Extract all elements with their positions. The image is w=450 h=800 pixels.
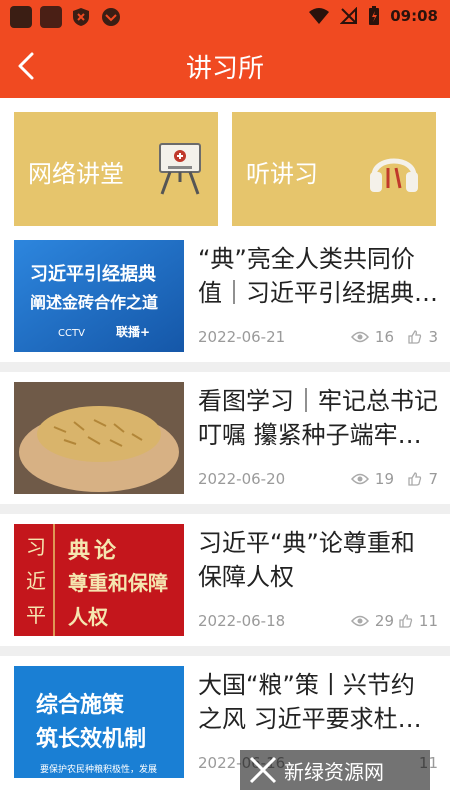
list-item[interactable]: 看图学习｜牢记总书记叮嘱 攥紧种子端牢饭碗 2022-06-20 19 7 xyxy=(0,374,450,510)
tile-label: 网络讲堂 xyxy=(28,160,124,188)
eye-icon xyxy=(350,331,369,343)
article-title: 大国“粮”策丨兴节约之风 习近平要求杜绝浪费 xyxy=(198,671,422,733)
like-count: 7 xyxy=(408,470,438,488)
thumb-text: 典 xyxy=(68,539,90,564)
thumb-text: 习 xyxy=(26,535,46,559)
eye-icon xyxy=(350,615,369,627)
thumb-text: 筑长效机制 xyxy=(36,726,146,752)
article-meta: 2022-06-18 29 11 xyxy=(198,612,438,632)
thumb-text: 阐述金砖合作之道 xyxy=(30,293,158,312)
article-meta: 2022-06-21 16 3 xyxy=(198,328,438,348)
category-tiles: 网络讲堂 听讲习 xyxy=(14,112,436,226)
article-date: 2022-06-21 xyxy=(198,328,286,346)
view-count: 19 xyxy=(350,470,394,488)
watermark-logo-icon xyxy=(249,756,277,784)
article-date: 2022-06-18 xyxy=(198,612,286,630)
thumb-text: 近 xyxy=(26,569,46,593)
thumb-text: 平 xyxy=(26,603,46,627)
tile-listen-lecture[interactable]: 听讲习 xyxy=(232,112,436,226)
app-bar: 讲习所 xyxy=(0,34,450,98)
thumb-text: 综合施策 xyxy=(36,692,125,718)
article-date: 2022-06-20 xyxy=(198,470,286,488)
thumbs-up-icon xyxy=(408,472,422,486)
system-status: 09:08 xyxy=(308,6,438,26)
no-signal-icon xyxy=(340,7,358,24)
article-thumbnail: 综合施策 筑长效机制 要保护农民种粮积极性，发展 xyxy=(14,666,184,778)
like-count: 11 xyxy=(399,612,438,630)
presentation-board-icon xyxy=(159,143,201,195)
thumb-text: 人权 xyxy=(68,605,109,629)
watermark-text: 新绿资源网 xyxy=(284,759,384,784)
page-title: 讲习所 xyxy=(185,54,264,84)
thumb-text: 尊重和保障 xyxy=(68,571,168,595)
shield-icon xyxy=(70,6,92,28)
list-item[interactable]: 习 近 平 典 论 尊重和保障 人权 习近平“典”论尊重和保障人权 2022-0… xyxy=(0,516,450,652)
view-count: 16 xyxy=(350,328,394,346)
tile-online-lecture[interactable]: 网络讲堂 xyxy=(14,112,218,226)
article-thumbnail: 习近平引经据典 阐述金砖合作之道 CCTV 联播+ xyxy=(14,240,184,352)
notification-icons xyxy=(10,6,122,28)
article-title: 看图学习｜牢记总书记叮嘱 攥紧种子端牢饭碗 xyxy=(198,387,438,449)
article-title: 习近平“典”论尊重和保障人权 xyxy=(198,529,415,591)
thumbs-up-icon xyxy=(408,330,422,344)
thumb-text: 论 xyxy=(94,538,117,564)
app-notification-icon xyxy=(10,6,32,28)
headphones-icon xyxy=(370,158,418,192)
divider xyxy=(0,362,450,372)
tile-label: 听讲习 xyxy=(246,160,318,188)
app-notification-icon xyxy=(40,6,62,28)
list-item[interactable]: 习近平引经据典 阐述金砖合作之道 CCTV 联播+ “典”亮全人类共同价值｜习近… xyxy=(0,232,450,368)
clock: 09:08 xyxy=(390,7,438,25)
wifi-icon xyxy=(309,8,330,24)
article-thumbnail xyxy=(14,382,184,494)
view-count: 29 xyxy=(350,612,394,630)
article-meta: 2022-06-20 19 7 xyxy=(198,470,438,490)
status-bar: 09:08 xyxy=(0,0,450,34)
divider xyxy=(0,504,450,514)
battery-charging-icon xyxy=(369,6,380,25)
thumb-text: 联播+ xyxy=(116,324,150,339)
article-title: “典”亮全人类共同价值｜习近平引经据典阐述金砖合作之道 xyxy=(198,245,438,307)
thumb-text: CCTV xyxy=(58,328,85,339)
badge-icon xyxy=(100,6,122,28)
watermark: 新绿资源网 xyxy=(240,750,430,790)
divider xyxy=(0,646,450,656)
eye-icon xyxy=(350,473,369,485)
thumb-text: 要保护农民种粮积极性，发展 xyxy=(40,763,157,775)
like-count: 3 xyxy=(408,328,438,346)
thumbs-up-icon xyxy=(399,614,413,628)
article-thumbnail: 习 近 平 典 论 尊重和保障 人权 xyxy=(14,524,184,636)
thumb-text: 习近平引经据典 xyxy=(30,263,156,285)
